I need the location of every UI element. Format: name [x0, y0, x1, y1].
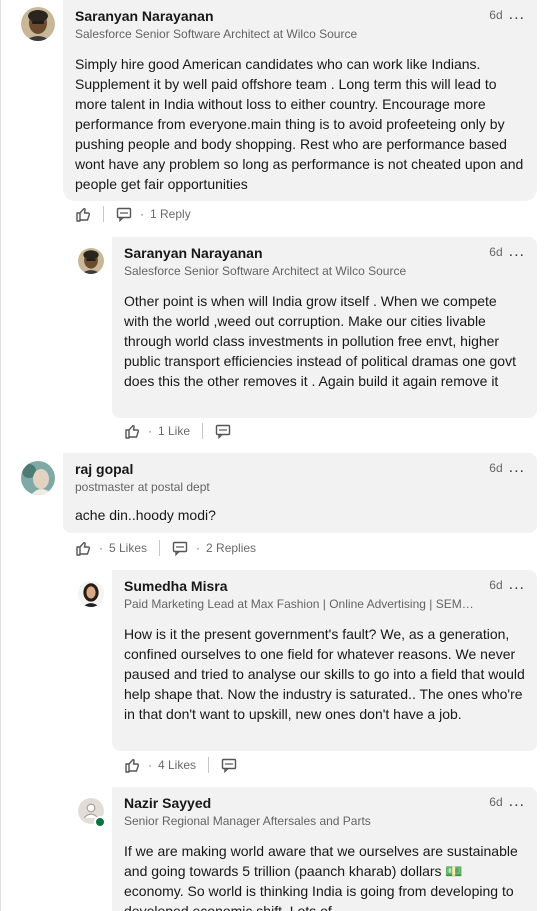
comment-icon[interactable]: [172, 540, 188, 557]
avatar[interactable]: [21, 7, 55, 41]
comment-bubble: Nazir Sayyed Senior Regional Manager Aft…: [112, 787, 537, 911]
comment-actions: · 1 Like: [124, 421, 231, 441]
thumbs-up-icon[interactable]: [124, 757, 140, 773]
separator-dot: ·: [148, 424, 152, 438]
comment-actions: · 1 Reply: [75, 204, 191, 224]
avatar[interactable]: [78, 248, 104, 274]
comment-text: ache din..hoody modi?: [75, 507, 216, 523]
online-status-badge: [94, 816, 106, 828]
author-headline: postmaster at postal dept: [75, 480, 210, 494]
author-headline: Senior Regional Manager Aftersales and P…: [124, 814, 371, 828]
comment-actions: · 4 Likes: [124, 755, 237, 775]
author-name[interactable]: Saranyan Narayanan: [124, 245, 525, 261]
author-name[interactable]: Saranyan Narayanan: [75, 8, 525, 24]
author-name[interactable]: Sumedha Misra: [124, 578, 525, 594]
divider: [208, 757, 210, 773]
more-dots-icon[interactable]: ...: [509, 7, 525, 23]
divider: [159, 540, 161, 556]
divider: [103, 206, 104, 222]
comment-icon[interactable]: [116, 206, 132, 223]
comment-meta: 6d ...: [489, 794, 525, 810]
like-count[interactable]: 5 Likes: [109, 541, 147, 555]
divider: [202, 423, 204, 439]
comment-bubble: Saranyan Narayanan Salesforce Senior Sof…: [63, 0, 537, 201]
separator-dot: ·: [99, 541, 103, 555]
more-dots-icon[interactable]: ...: [509, 794, 525, 810]
comment-text: Other point is when will India grow itse…: [124, 293, 516, 389]
more-dots-icon[interactable]: ...: [509, 460, 525, 476]
author-headline: Paid Marketing Lead at Max Fashion | Onl…: [124, 597, 474, 611]
comment-text: Simply hire good American candidates who…: [75, 56, 524, 192]
comment-meta: 6d ...: [489, 577, 525, 593]
comment-actions: · 5 Likes · 2 Replies: [75, 538, 256, 558]
thumbs-up-icon[interactable]: [75, 206, 91, 222]
avatar[interactable]: [21, 461, 55, 495]
separator-dot: ·: [148, 758, 152, 772]
like-count[interactable]: 1 Like: [158, 424, 190, 438]
timestamp: 6d: [489, 795, 503, 809]
timestamp: 6d: [489, 461, 503, 475]
avatar[interactable]: [78, 581, 104, 607]
author-name[interactable]: Nazir Sayyed: [124, 795, 525, 811]
thumbs-up-icon[interactable]: [124, 423, 140, 439]
author-headline: Salesforce Senior Software Architect at …: [75, 27, 358, 41]
thumbs-up-icon[interactable]: [75, 540, 91, 556]
reply-count[interactable]: 1 Reply: [150, 207, 191, 221]
comments-panel: Saranyan Narayanan Salesforce Senior Sof…: [0, 0, 553, 911]
more-dots-icon[interactable]: ...: [509, 244, 525, 260]
comment-bubble: Saranyan Narayanan Salesforce Senior Sof…: [112, 237, 537, 418]
author-headline: Salesforce Senior Software Architect at …: [124, 264, 407, 278]
timestamp: 6d: [489, 245, 503, 259]
timestamp: 6d: [489, 8, 503, 22]
comment-bubble: Sumedha Misra Paid Marketing Lead at Max…: [112, 570, 537, 751]
more-dots-icon[interactable]: ...: [509, 577, 525, 593]
reply-count[interactable]: 2 Replies: [206, 541, 256, 555]
comment-meta: 6d ...: [489, 460, 525, 476]
timestamp: 6d: [489, 578, 503, 592]
separator-dot: ·: [196, 541, 201, 555]
author-name[interactable]: raj gopal: [75, 461, 525, 477]
separator-dot: ·: [140, 207, 144, 221]
comment-icon[interactable]: [215, 423, 231, 440]
comment-icon[interactable]: [221, 757, 237, 774]
comment-meta: 6d ...: [489, 7, 525, 23]
comment-text: If we are making world aware that we our…: [124, 843, 518, 911]
like-count[interactable]: 4 Likes: [158, 758, 196, 772]
comment-bubble: raj gopal postmaster at postal dept 6d .…: [63, 453, 537, 533]
comment-meta: 6d ...: [489, 244, 525, 260]
comment-text: How is it the present government's fault…: [124, 626, 525, 722]
